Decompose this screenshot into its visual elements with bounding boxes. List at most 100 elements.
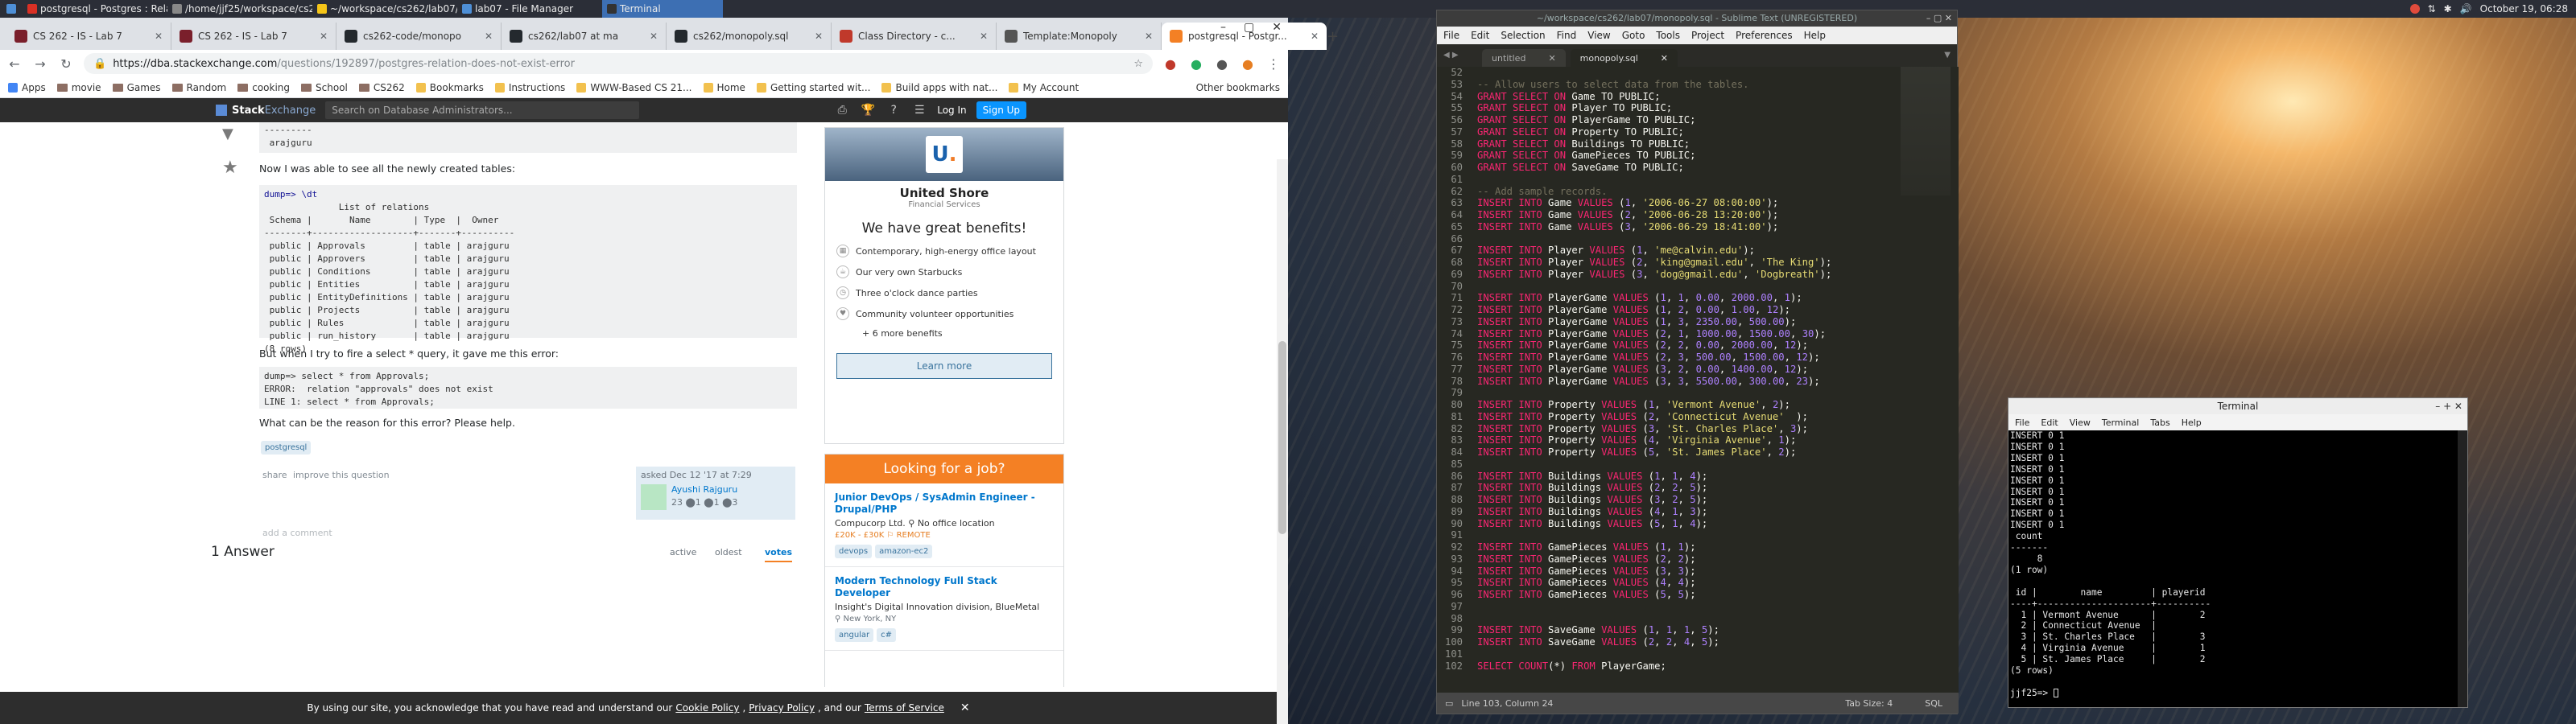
achievements-icon[interactable]: 🏆 bbox=[860, 104, 876, 117]
bookmark-item[interactable]: Getting started wit... bbox=[756, 82, 870, 93]
privacy-policy-link[interactable]: Privacy Policy bbox=[749, 702, 815, 714]
page-scrollbar[interactable] bbox=[1277, 159, 1288, 724]
job-listing[interactable]: Junior DevOps / SysAdmin Engineer - Drup… bbox=[825, 483, 1063, 567]
address-bar[interactable]: 🔒 https://dba.stackexchange.com/question… bbox=[84, 53, 1153, 74]
menu-item[interactable]: Preferences bbox=[1736, 30, 1793, 41]
new-tab-button[interactable]: + bbox=[1327, 23, 1339, 50]
browser-tab[interactable]: CS 262 - IS - Lab 7 ✕ bbox=[171, 23, 336, 50]
sort-votes[interactable]: votes bbox=[765, 547, 792, 562]
sort-active[interactable]: active bbox=[670, 547, 696, 557]
bookmark-item[interactable]: Home bbox=[703, 82, 745, 93]
terminal-scrollbar[interactable] bbox=[2458, 430, 2467, 707]
taskbar-app[interactable]: postgresql - Postgres : Relati... bbox=[23, 0, 167, 18]
panel-toggle-icon[interactable]: ▭ bbox=[1445, 698, 1453, 709]
bookmark-item[interactable]: Build apps with nat... bbox=[881, 82, 997, 93]
bookmark-item[interactable]: Random bbox=[171, 82, 226, 93]
bookmark-item[interactable]: Games bbox=[112, 82, 161, 93]
tab-close-icon[interactable]: ✕ bbox=[485, 31, 493, 42]
taskbar-app[interactable]: lab07 - File Manager bbox=[457, 0, 602, 18]
bookmark-item[interactable]: My Account bbox=[1009, 82, 1079, 93]
avatar[interactable] bbox=[641, 484, 667, 510]
tab-close-icon[interactable]: ✕ bbox=[1661, 53, 1668, 64]
clock[interactable]: October 19, 06:28 bbox=[2480, 3, 2568, 14]
menu-item[interactable]: Tools bbox=[1656, 30, 1680, 41]
code-editor[interactable]: 52 53 -- Allow users to select data from t… bbox=[1437, 67, 1959, 693]
taskbar-app[interactable]: ~/workspace/cs262/lab07/m... bbox=[312, 0, 457, 18]
extension-icon[interactable]: ● bbox=[1214, 56, 1230, 72]
site-switcher-icon[interactable]: ☰ bbox=[911, 104, 927, 117]
back-icon[interactable]: ← bbox=[6, 56, 23, 72]
tab-size[interactable]: Tab Size: 4 bbox=[1845, 698, 1893, 709]
menu-item[interactable]: View bbox=[1587, 30, 1610, 41]
job-listing[interactable]: Modern Technology Full Stack Developer I… bbox=[825, 567, 1063, 651]
learn-more-button[interactable]: Learn more bbox=[836, 353, 1052, 379]
close-window-button[interactable]: ✕ bbox=[1272, 21, 1282, 34]
bookmark-item[interactable]: Apps bbox=[8, 82, 46, 93]
job-tag[interactable]: c# bbox=[877, 628, 897, 642]
bookmark-item[interactable]: cooking bbox=[237, 82, 290, 93]
extension-icon[interactable]: ● bbox=[1188, 56, 1204, 72]
tab-close-icon[interactable]: ✕ bbox=[1145, 31, 1153, 42]
maximize-button[interactable]: ▢ bbox=[1244, 21, 1254, 34]
bookmark-item[interactable]: CS262 bbox=[358, 82, 405, 93]
tab-dropdown-icon[interactable]: ▼ bbox=[1944, 51, 1951, 60]
chrome-tray-icon[interactable] bbox=[2409, 4, 2420, 14]
star-icon[interactable]: ☆ bbox=[1133, 58, 1143, 70]
job-tag[interactable]: angular bbox=[835, 628, 874, 642]
tab-close-icon[interactable]: ✕ bbox=[650, 31, 658, 42]
tab-untitled[interactable]: untitled ✕ bbox=[1482, 49, 1566, 67]
tab-close-icon[interactable]: ✕ bbox=[320, 31, 328, 42]
browser-tab[interactable]: CS 262 - IS - Lab 7 ✕ bbox=[6, 23, 171, 50]
downvote-icon[interactable]: ▼ bbox=[222, 125, 233, 142]
menu-item[interactable]: File bbox=[1443, 30, 1459, 41]
menu-item[interactable]: View bbox=[2070, 418, 2091, 428]
signup-button[interactable]: Sign Up bbox=[976, 101, 1027, 119]
se-search-input[interactable]: Search on Database Administrators... bbox=[325, 101, 640, 119]
profile-icon[interactable]: ● bbox=[1240, 56, 1256, 72]
extension-icon[interactable]: ● bbox=[1162, 56, 1179, 72]
tab-nav-arrows-icon[interactable]: ◀ ▶ bbox=[1443, 51, 1459, 60]
cookie-close-icon[interactable]: ✕ bbox=[960, 701, 970, 714]
menu-item[interactable]: Edit bbox=[2041, 418, 2058, 428]
terms-link[interactable]: Terms of Service bbox=[865, 702, 944, 714]
tag-postgresql[interactable]: postgresql bbox=[261, 441, 312, 455]
favorite-star-icon[interactable]: ★ bbox=[222, 158, 238, 178]
tab-close-icon[interactable]: ✕ bbox=[980, 31, 988, 42]
inbox-icon[interactable]: ⎙ bbox=[834, 104, 850, 117]
menu-item[interactable]: Selection bbox=[1501, 30, 1545, 41]
terminal-window-buttons[interactable]: – + ✕ bbox=[2435, 398, 2462, 414]
menu-item[interactable]: Goto bbox=[1622, 30, 1645, 41]
bookmark-item[interactable]: WWW-Based CS 21... bbox=[576, 82, 692, 93]
menu-item[interactable]: Terminal bbox=[2102, 418, 2140, 428]
menu-item[interactable]: Tabs bbox=[2150, 418, 2169, 428]
volume-icon[interactable]: 🔊 bbox=[2460, 3, 2472, 14]
browser-tab[interactable]: Class Directory - c... ✕ bbox=[832, 23, 997, 50]
network-icon[interactable]: ⇅ bbox=[2428, 3, 2436, 14]
job-tag[interactable]: devops bbox=[835, 545, 873, 558]
improve-link[interactable]: improve this question bbox=[293, 470, 390, 480]
forward-icon[interactable]: → bbox=[32, 56, 48, 72]
browser-tab[interactable]: cs262/lab07 at ma ✕ bbox=[502, 23, 667, 50]
tab-close-icon[interactable]: ✕ bbox=[1311, 31, 1319, 42]
reload-icon[interactable]: ↻ bbox=[58, 56, 74, 72]
bookmark-item[interactable]: Instructions bbox=[494, 82, 565, 93]
menu-button[interactable] bbox=[0, 0, 23, 18]
job-title[interactable]: Modern Technology Full Stack Developer bbox=[835, 575, 1054, 599]
help-icon[interactable]: ? bbox=[886, 104, 902, 117]
tab-close-icon[interactable]: ✕ bbox=[155, 31, 163, 42]
syntax-mode[interactable]: SQL bbox=[1925, 698, 1942, 709]
taskbar-app[interactable]: Terminal bbox=[602, 0, 723, 18]
cookie-policy-link[interactable]: Cookie Policy bbox=[675, 702, 739, 714]
minimize-button[interactable]: – bbox=[1220, 21, 1226, 34]
menu-item[interactable]: File bbox=[2015, 418, 2029, 428]
bookmark-item[interactable]: movie bbox=[56, 82, 101, 93]
bluetooth-icon[interactable]: ✱ bbox=[2444, 3, 2452, 14]
browser-tab[interactable]: cs262/monopoly.sql ✕ bbox=[667, 23, 832, 50]
scrollbar-thumb[interactable] bbox=[1278, 341, 1286, 534]
add-comment-link[interactable]: add a comment bbox=[262, 528, 332, 538]
menu-item[interactable]: Project bbox=[1691, 30, 1724, 41]
share-link[interactable]: share bbox=[262, 470, 287, 480]
terminal-output[interactable]: INSERT 0 1 INSERT 0 1 INSERT 0 1 INSERT … bbox=[2008, 430, 2458, 707]
minimap[interactable] bbox=[1901, 67, 1951, 195]
menu-item[interactable]: Find bbox=[1557, 30, 1577, 41]
